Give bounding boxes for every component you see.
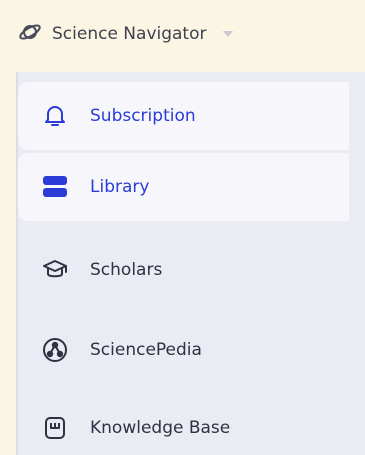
network-icon: [40, 335, 70, 365]
app-title: Science Navigator: [52, 24, 207, 44]
sidebar-item-knowledge-base[interactable]: Knowledge Base: [18, 394, 349, 455]
chevron-down-icon[interactable]: [222, 31, 233, 37]
bell-icon: [40, 101, 70, 131]
sidebar-item-scholars[interactable]: Scholars: [18, 236, 349, 304]
book-icon: [40, 413, 70, 443]
sidebar-item-label: Subscription: [90, 106, 196, 126]
planet-icon: [18, 20, 42, 48]
page: Science Navigator Subscription Library S…: [0, 0, 365, 455]
stack-icon: [40, 172, 70, 202]
sidebar-item-library[interactable]: Library: [18, 153, 349, 221]
nav-header[interactable]: Science Navigator: [18, 18, 233, 50]
sidebar-item-label: Library: [90, 177, 150, 197]
sidebar-item-label: Scholars: [90, 260, 163, 280]
graduation-cap-icon: [40, 255, 70, 285]
sidebar-item-label: SciencePedia: [90, 340, 202, 360]
sidebar-item-subscription[interactable]: Subscription: [18, 82, 349, 150]
sidebar-item-label: Knowledge Base: [90, 418, 231, 438]
sidebar-item-sciencepedia[interactable]: SciencePedia: [18, 316, 349, 384]
